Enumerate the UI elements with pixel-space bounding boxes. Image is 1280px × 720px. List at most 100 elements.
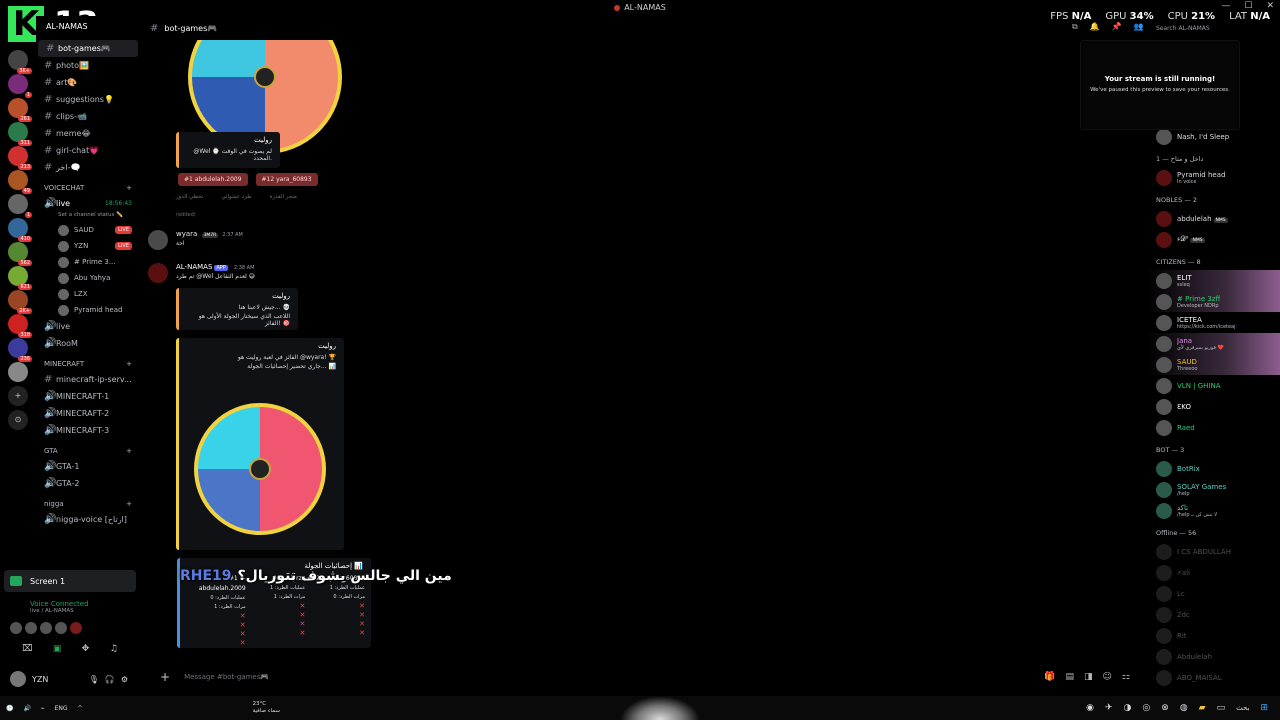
- voice-channel[interactable]: 🔊 live: [36, 318, 140, 335]
- avatar[interactable]: [10, 671, 26, 687]
- text-channel[interactable]: # suggestions💡: [36, 91, 140, 108]
- gear-icon[interactable]: ⚙: [121, 675, 128, 684]
- gta-channel[interactable]: 🔊 GTA-1: [36, 458, 140, 475]
- member-item[interactable]: ⚡ali: [1146, 562, 1280, 583]
- shop-button[interactable]: متجر القدرة: [270, 194, 297, 200]
- member-item[interactable]: ء𝓓⁹ NMS: [1146, 229, 1280, 250]
- soundboard-icon[interactable]: ♫: [110, 644, 118, 654]
- text-channel[interactable]: # clips-📹: [36, 108, 140, 125]
- server-icon[interactable]: 213: [8, 146, 32, 170]
- member-item[interactable]: Abdulelah: [1146, 646, 1280, 667]
- voice-user[interactable]: YZN LIVE: [36, 238, 140, 254]
- voice-connected-label[interactable]: Voice Connected: [14, 600, 132, 608]
- minimize-button[interactable]: —: [1221, 1, 1230, 11]
- minecraft-channel[interactable]: 🔊 MINECRAFT-3: [36, 422, 140, 439]
- member-item[interactable]: # Prime 3zff Developer NDRp: [1146, 291, 1280, 312]
- avatar[interactable]: [55, 622, 67, 634]
- random-kick-button[interactable]: طرد عشوائي: [221, 194, 251, 200]
- avatar[interactable]: [40, 622, 52, 634]
- roulette-wheel-image[interactable]: [194, 403, 326, 535]
- steam-icon[interactable]: ◉: [1086, 703, 1094, 713]
- server-icon[interactable]: 3K+: [8, 50, 32, 74]
- server-icon[interactable]: 562: [8, 242, 32, 266]
- headphones-icon[interactable]: 🎧: [105, 675, 115, 684]
- pin-icon[interactable]: 📌: [1112, 22, 1122, 32]
- category-voicechat[interactable]: VOICECHAT +: [36, 176, 140, 195]
- minecraft-channel[interactable]: 🔊 MINECRAFT-2: [36, 405, 140, 422]
- member-item[interactable]: Rit: [1146, 625, 1280, 646]
- message-input[interactable]: Message #bot-games🎮: [184, 673, 269, 681]
- language-indicator[interactable]: ENG: [55, 705, 68, 712]
- gif-icon[interactable]: ▤: [1066, 672, 1075, 682]
- minecraft-channel[interactable]: # minecraft-ip-serv...: [36, 371, 140, 388]
- message-author[interactable]: wyara: [176, 230, 197, 238]
- member-item[interactable]: تأكد/help لا تنس كن بـ: [1146, 500, 1280, 521]
- stream-paused-toast[interactable]: Your stream is still running! We've paus…: [1080, 40, 1240, 130]
- screen-share-icon[interactable]: ▣: [53, 644, 62, 654]
- discover-icon[interactable]: ⊙: [8, 410, 28, 430]
- voice-channel-last[interactable]: 🔊 nigga-voice [ارتاح]: [36, 511, 140, 528]
- members-icon[interactable]: 👥: [1134, 22, 1144, 32]
- member-item[interactable]: I CS ABDULLAH: [1146, 541, 1280, 562]
- member-item[interactable]: abdulelah NMS: [1146, 208, 1280, 229]
- channel-status[interactable]: Set a channel status ✏️: [36, 212, 140, 222]
- avatar[interactable]: [10, 622, 22, 634]
- text-channel[interactable]: # girl-chat💗: [36, 142, 140, 159]
- taskview-icon[interactable]: ▭: [1217, 703, 1226, 713]
- server-icon[interactable]: 2K+: [8, 290, 32, 314]
- category-minecraft[interactable]: MINECRAFT +: [36, 352, 140, 371]
- avatar[interactable]: [148, 263, 168, 283]
- member-item[interactable]: VLN | GHINA: [1146, 375, 1280, 396]
- windows-start-icon[interactable]: ⊞: [1260, 703, 1268, 713]
- sticker-icon[interactable]: ◨: [1084, 672, 1093, 682]
- folder-icon[interactable]: ▰: [1199, 703, 1206, 713]
- server-icon[interactable]: 318: [8, 314, 32, 338]
- member-item[interactable]: Lc: [1146, 583, 1280, 604]
- server-icon[interactable]: 410: [8, 218, 32, 242]
- weather-widget[interactable]: 23°C سماء صافية: [253, 701, 280, 715]
- category-gta[interactable]: GTA +: [36, 439, 140, 458]
- voice-user[interactable]: # Prime 3...: [36, 254, 140, 270]
- text-channel[interactable]: # bot-games🎮: [38, 40, 138, 57]
- category-last[interactable]: nigga +: [36, 492, 140, 511]
- gta-channel[interactable]: 🔊 GTA-2: [36, 475, 140, 492]
- add-server-icon[interactable]: +: [8, 386, 28, 406]
- discord-icon[interactable]: ◑: [1124, 703, 1132, 713]
- server-icon[interactable]: 1: [8, 74, 32, 98]
- voice-channel[interactable]: 🔊 RooM: [36, 335, 140, 352]
- mic-icon[interactable]: 🎙: [89, 675, 99, 684]
- voice-user[interactable]: LZX: [36, 286, 140, 302]
- voice-user[interactable]: SAUD LIVE: [36, 222, 140, 238]
- member-item[interactable]: Pyramid head In voice: [1146, 167, 1280, 188]
- text-channel[interactable]: # meme😂: [36, 125, 140, 142]
- minecraft-channel[interactable]: 🔊 MINECRAFT-1: [36, 388, 140, 405]
- avatar[interactable]: [148, 230, 168, 250]
- member-item[interactable]: BotRix: [1146, 458, 1280, 479]
- username[interactable]: YZN: [32, 675, 48, 684]
- text-channel[interactable]: # photo🖼️: [36, 57, 140, 74]
- voice-user[interactable]: Pyramid head: [36, 302, 140, 318]
- text-channel[interactable]: # art🎨: [36, 74, 140, 91]
- camera-off-icon[interactable]: ⌧: [22, 644, 32, 654]
- gift-icon[interactable]: 🎁: [1044, 672, 1055, 682]
- server-icon[interactable]: 261: [8, 98, 32, 122]
- player-button[interactable]: #12 yara_60893: [255, 173, 318, 186]
- search-taskbar[interactable]: بحث: [1236, 704, 1249, 712]
- emoji-icon[interactable]: ☺: [1103, 672, 1112, 682]
- member-item[interactable]: ICETEA https://kick.com/iceteaj: [1146, 312, 1280, 333]
- avatar[interactable]: [70, 622, 82, 634]
- app-icon[interactable]: ✈: [1105, 703, 1113, 713]
- network-icon[interactable]: ⌁: [41, 705, 45, 712]
- server-icon[interactable]: [8, 362, 28, 382]
- voice-user[interactable]: Abu Yahya: [36, 270, 140, 286]
- member-item[interactable]: Jana فوريو بميرقري لأي ❤️: [1146, 333, 1280, 354]
- server-icon[interactable]: 1: [8, 194, 32, 218]
- skip-button[interactable]: تخطي الدور: [176, 194, 203, 200]
- xbox-icon[interactable]: ⊗: [1161, 703, 1169, 713]
- threads-icon[interactable]: ⧉: [1072, 22, 1078, 32]
- chrome-icon[interactable]: ◍: [1180, 703, 1188, 713]
- server-icon[interactable]: 621: [8, 266, 32, 290]
- activity-icon[interactable]: ✥: [82, 644, 90, 654]
- member-item[interactable]: SOLAY Games/help: [1146, 479, 1280, 500]
- player-button[interactable]: #1 abdulelah.2009: [178, 173, 248, 186]
